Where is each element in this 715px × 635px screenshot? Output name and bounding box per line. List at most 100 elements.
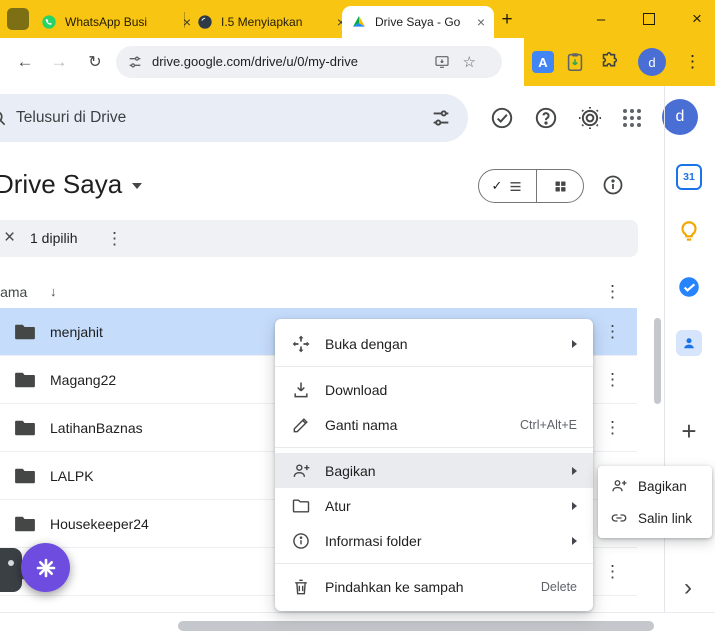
column-header-more-icon[interactable]: ⋮ [604,283,621,300]
search-options-icon[interactable] [430,107,452,129]
folder-icon [14,419,36,437]
back-button[interactable]: ← [10,47,40,77]
clipboard-extension-icon[interactable] [564,51,586,73]
menu-item-rename[interactable]: Ganti nama Ctrl+Alt+E [275,407,593,442]
column-header-row[interactable]: Nama ↓ ⋮ [0,277,637,309]
tasks-icon[interactable] [676,274,702,300]
tab-close-icon[interactable]: × [477,15,485,29]
folder-outline-icon [291,496,311,516]
menu-item-download[interactable]: Download [275,372,593,407]
vertical-scrollbar[interactable] [654,318,661,404]
drive-profile-avatar[interactable]: d [662,99,698,135]
contacts-icon[interactable] [676,330,702,356]
search-icon [0,108,8,128]
add-panel-button[interactable]: + [678,416,700,447]
selection-more-icon[interactable]: ⋮ [106,230,123,247]
list-view-button[interactable]: ✓ [479,170,537,202]
menu-item-label: Ganti nama [325,417,506,433]
rename-pencil-icon [291,415,311,435]
row-more-icon[interactable]: ⋮ [604,419,621,436]
calendar-icon[interactable]: 31 [676,164,702,190]
offline-status-icon[interactable] [489,105,515,131]
forward-button[interactable]: → [44,47,74,77]
window-maximize-button[interactable] [634,8,664,30]
tab-title: I.5 Menyiapkan [221,15,329,29]
clear-selection-icon[interactable]: × [4,227,15,249]
menu-divider [275,447,593,448]
help-icon[interactable] [533,105,559,131]
window-close-button[interactable]: × [682,8,712,30]
tab-module[interactable]: I.5 Menyiapkan × [188,6,354,38]
tab-title: WhatsApp Busi [65,15,175,29]
tab-whatsapp[interactable]: WhatsApp Busi × [32,6,200,38]
submenu-item-share[interactable]: Bagikan [598,470,712,502]
search-placeholder: Telusuri di Drive [16,94,126,142]
open-with-icon [291,334,311,354]
refresh-button[interactable]: ↻ [80,47,110,77]
trash-icon [291,577,311,597]
asterisk-icon [34,556,58,580]
tab-title: Drive Saya - Go [375,15,469,29]
site-favicon [197,14,213,30]
submenu-item-label: Salin link [638,511,692,526]
browser-menu-icon[interactable]: ⋮ [684,53,701,70]
share-submenu: Bagikan Salin link [598,466,712,538]
menu-item-share[interactable]: Bagikan [275,453,593,488]
settings-gear-icon[interactable] [577,105,603,131]
google-drive-icon [351,14,367,30]
drive-search-bar[interactable]: Telusuri di Drive [0,94,468,142]
address-bar[interactable]: drive.google.com/drive/u/0/my-drive ☆ [116,46,502,78]
window-minimize-button[interactable]: – [586,8,616,30]
context-menu: Buka dengan Download Ganti nama Ctrl+Alt… [275,319,593,611]
menu-item-trash[interactable]: Pindahkan ke sampah Delete [275,569,593,604]
folder-name: Magang22 [50,372,116,388]
assistant-fab-button[interactable] [21,543,70,592]
whatsapp-icon [41,14,57,30]
capture-widget[interactable] [0,548,22,592]
avatar-letter: d [648,55,655,70]
my-drive-heading[interactable]: Drive Saya [0,166,142,202]
grid-view-button[interactable] [537,170,583,202]
menu-item-organize[interactable]: Atur [275,488,593,523]
sort-descending-icon[interactable]: ↓ [50,277,57,307]
new-tab-button[interactable]: + [494,7,520,33]
person-add-icon [291,461,311,481]
submenu-arrow-icon [572,340,577,348]
tab-drive-active[interactable]: Drive Saya - Go × [342,6,494,38]
collapse-panel-chevron[interactable]: › [684,574,692,602]
submenu-item-label: Bagikan [638,479,687,494]
folder-icon [14,515,36,533]
submenu-arrow-icon [572,537,577,545]
submenu-item-copy-link[interactable]: Salin link [598,502,712,534]
list-icon [508,179,523,194]
maximize-icon [643,13,655,25]
menu-item-label: Pindahkan ke sampah [325,579,527,595]
browser-profile-avatar[interactable]: d [638,48,666,76]
screen: WhatsApp Busi × I.5 Menyiapkan × Drive S… [0,0,715,635]
folder-icon [14,467,36,485]
row-more-icon[interactable]: ⋮ [604,323,621,340]
translate-icon[interactable]: A [532,51,554,73]
chevron-down-icon [132,183,142,189]
menu-shortcut: Ctrl+Alt+E [520,418,577,432]
details-info-icon[interactable] [601,173,625,197]
menu-item-open-with[interactable]: Buka dengan [275,326,593,361]
menu-item-label: Buka dengan [325,336,558,352]
install-app-icon[interactable] [434,54,450,70]
keep-icon[interactable] [676,219,702,245]
tab-separator [184,12,185,28]
horizontal-scrollbar[interactable] [178,621,654,631]
google-apps-grid-icon[interactable] [623,109,641,127]
browser-app-icon[interactable] [7,8,29,30]
menu-divider [275,563,593,564]
extensions-puzzle-icon[interactable] [598,51,620,73]
browser-toolbar: ← → ↻ drive.google.com/drive/u/0/my-driv… [0,38,715,86]
calendar-day: 31 [683,171,695,183]
site-settings-icon[interactable] [127,54,143,70]
menu-item-folder-info[interactable]: Informasi folder [275,523,593,558]
row-more-icon[interactable]: ⋮ [604,563,621,580]
row-more-icon[interactable]: ⋮ [604,371,621,388]
menu-divider [275,366,593,367]
widget-dot-icon [8,560,14,566]
bookmark-star-icon[interactable]: ☆ [463,53,476,71]
